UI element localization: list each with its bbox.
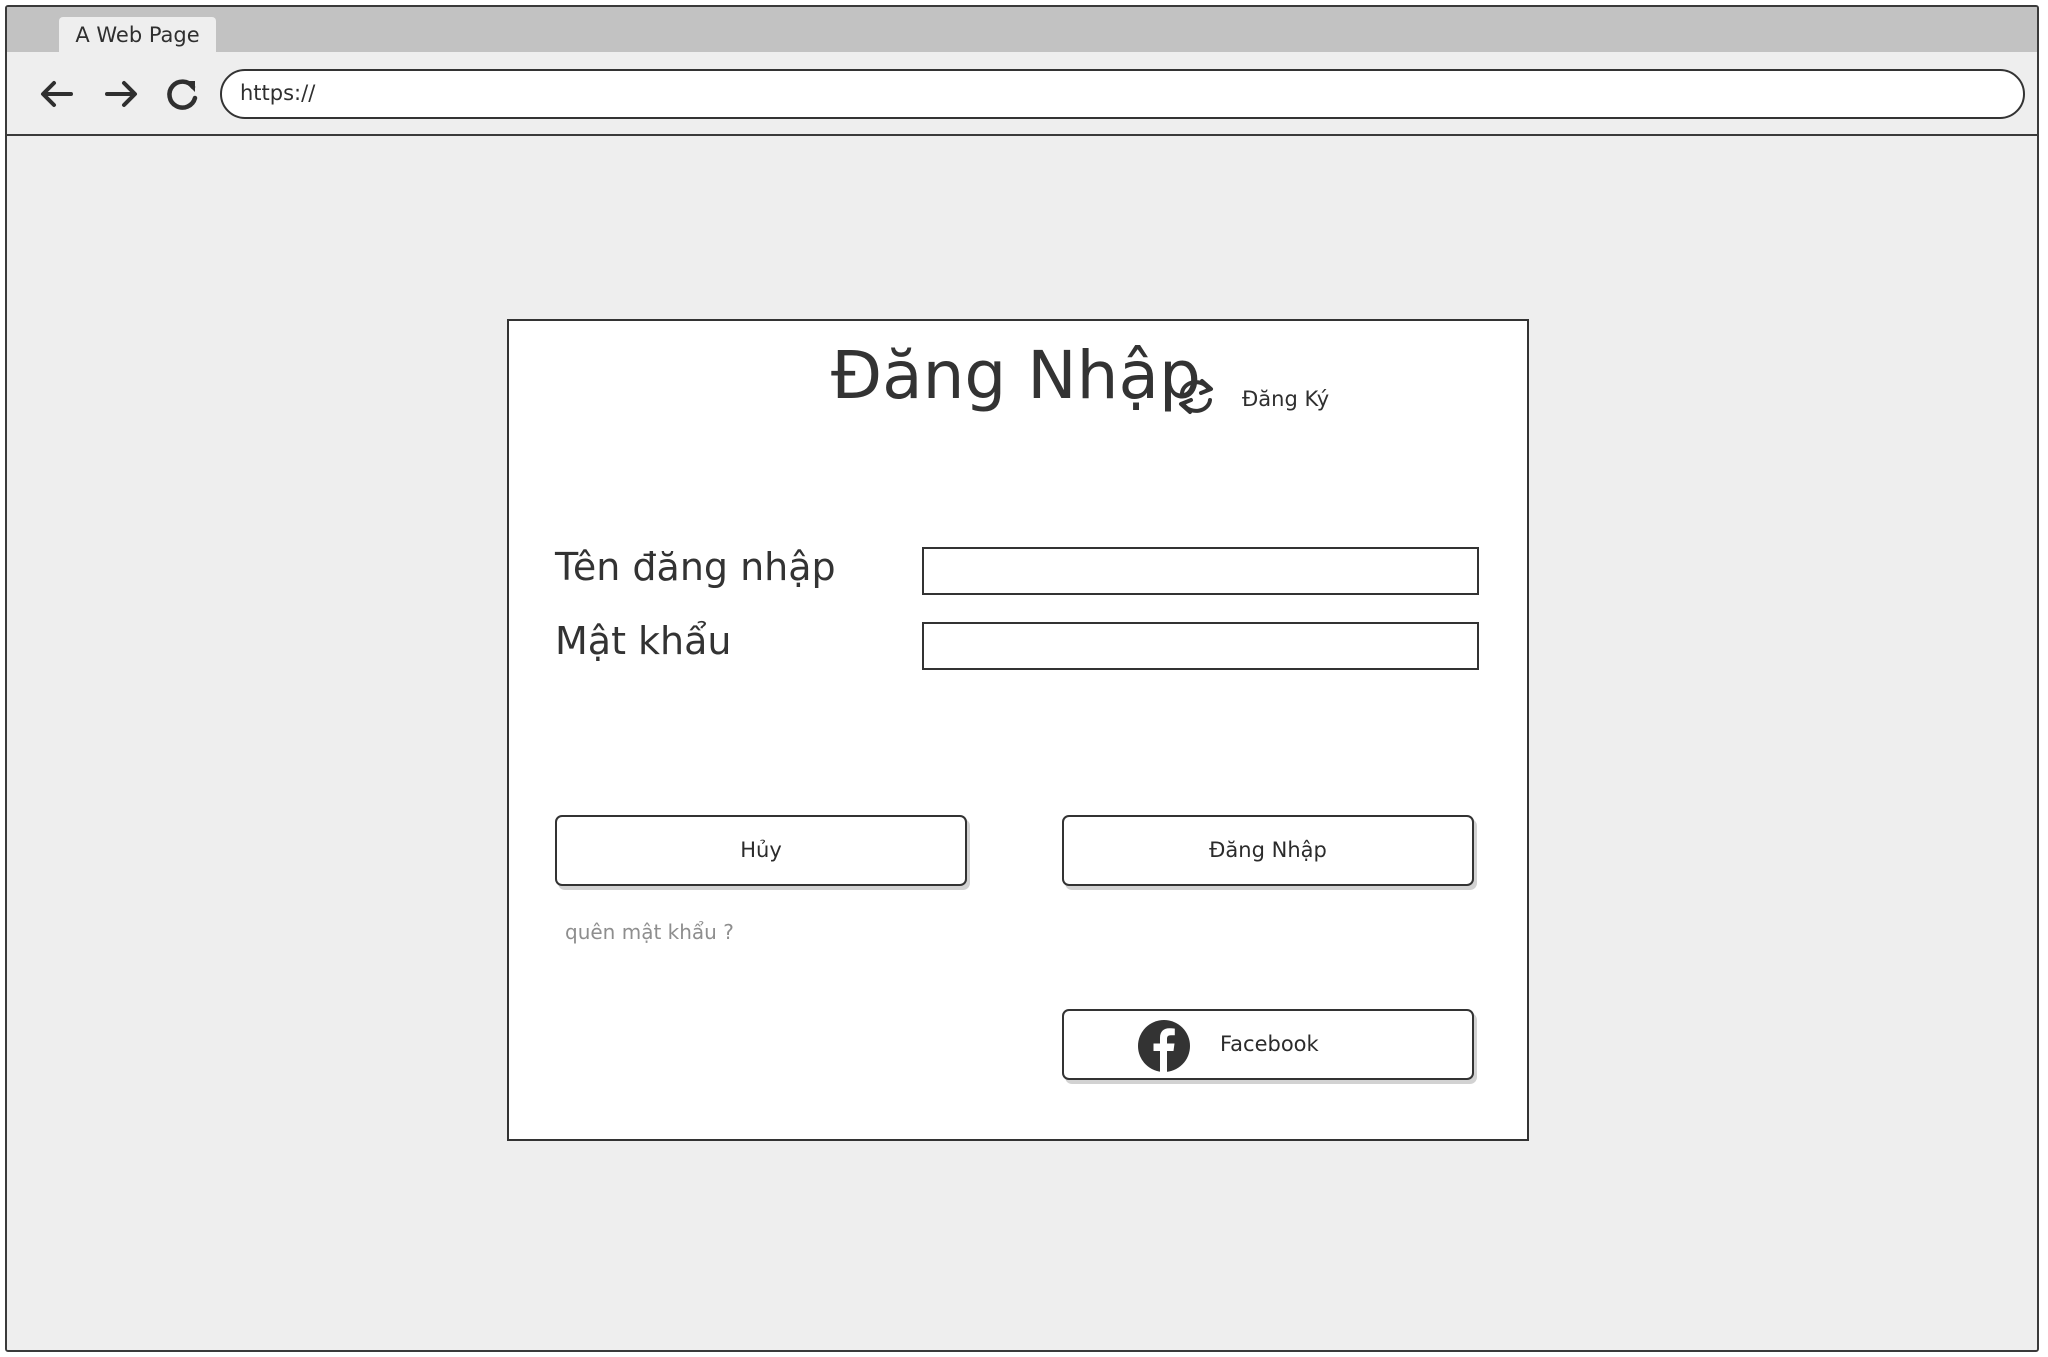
arrow-right-icon: [105, 81, 137, 107]
browser-window: A Web Page https:// Đăng Nhập Đăng Ký Tê…: [5, 5, 2039, 1352]
page-title: Đăng Nhập: [831, 337, 1201, 414]
forward-button[interactable]: [99, 72, 143, 116]
tab-strip: A Web Page: [7, 7, 2037, 54]
page-content: Đăng Nhập Đăng Ký Tên đăng nhập Mật khẩu…: [7, 136, 2037, 1350]
facebook-icon: [1138, 1020, 1190, 1073]
swap-icon[interactable]: [1173, 373, 1219, 419]
password-label: Mật khẩu: [555, 619, 732, 663]
register-link[interactable]: Đăng Ký: [1242, 387, 1329, 411]
arrow-left-icon: [41, 81, 73, 107]
reload-icon: [167, 79, 198, 110]
browser-toolbar: https://: [7, 52, 2037, 136]
facebook-label: Facebook: [1220, 1032, 1319, 1056]
username-input[interactable]: [922, 547, 1479, 595]
browser-tab[interactable]: A Web Page: [59, 17, 216, 54]
login-button[interactable]: Đăng Nhập: [1062, 815, 1474, 886]
reload-button[interactable]: [160, 72, 204, 116]
address-bar[interactable]: https://: [220, 69, 2025, 119]
password-input[interactable]: [922, 622, 1479, 670]
forgot-password-link[interactable]: quên mật khẩu ?: [565, 920, 734, 944]
login-card: Đăng Nhập Đăng Ký Tên đăng nhập Mật khẩu…: [507, 319, 1529, 1141]
back-button[interactable]: [35, 72, 79, 116]
facebook-login-button[interactable]: Facebook: [1062, 1009, 1474, 1080]
cancel-button[interactable]: Hủy: [555, 815, 967, 886]
username-label: Tên đăng nhập: [555, 545, 836, 589]
